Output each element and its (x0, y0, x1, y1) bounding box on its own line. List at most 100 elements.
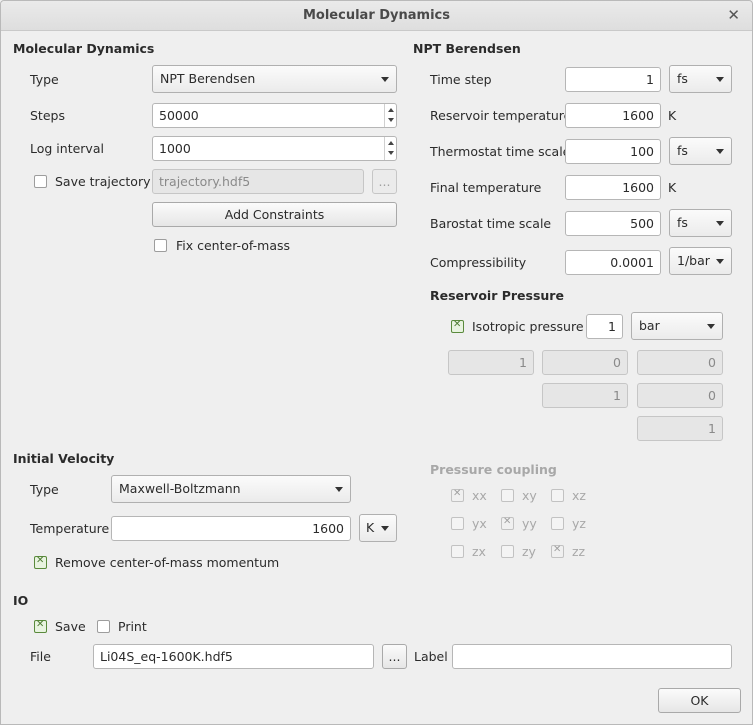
md-type-combo[interactable]: NPT Berendsen (152, 65, 397, 93)
compressibility-unit-value: 1/bar (677, 253, 710, 268)
ok-button[interactable]: OK (658, 688, 741, 713)
steps-value: 50000 (159, 108, 199, 123)
initial-velocity-header: Initial Velocity (13, 451, 115, 466)
io-file-label: File (30, 649, 51, 664)
reservoir-temp-field[interactable]: 1600 (565, 103, 661, 128)
pressure-unit-combo[interactable]: bar (631, 312, 723, 340)
coupling-xx-checkbox[interactable] (451, 488, 464, 502)
barostat-unit-value: fs (677, 215, 688, 230)
final-temp-field[interactable]: 1600 (565, 175, 661, 200)
io-save-label: Save (55, 619, 86, 634)
thermostat-unit-value: fs (677, 143, 688, 158)
chevron-down-icon (716, 149, 724, 154)
isotropic-pressure-field[interactable]: 1 (586, 314, 623, 339)
io-label-field[interactable] (452, 644, 732, 669)
reservoir-temp-unit: K (668, 108, 677, 123)
remove-com-checkbox[interactable] (34, 555, 47, 569)
coupling-zy-checkbox[interactable] (501, 545, 514, 558)
coupling-zy-label: zy (522, 544, 536, 559)
io-label-label: Label (414, 649, 448, 664)
chevron-down-icon (381, 526, 389, 531)
pressure-matrix-xx[interactable]: 1 (448, 350, 534, 375)
velocity-temperature-label: Temperature (30, 521, 110, 536)
coupling-zx-checkbox[interactable] (451, 545, 464, 558)
npt-section-header: NPT Berendsen (413, 41, 521, 56)
io-browse-button[interactable]: ... (382, 644, 407, 669)
isotropic-pressure-checkbox[interactable] (451, 319, 464, 333)
barostat-field[interactable]: 500 (565, 211, 661, 236)
compressibility-label: Compressibility (430, 255, 527, 270)
fix-com-label: Fix center-of-mass (176, 238, 291, 253)
coupling-yz-checkbox[interactable] (551, 517, 564, 530)
coupling-xy-label: xy (522, 488, 537, 503)
coupling-xx-label: xx (472, 488, 487, 503)
velocity-type-combo[interactable]: Maxwell-Boltzmann (111, 475, 351, 503)
steps-spinbox[interactable]: 50000 (152, 103, 397, 128)
coupling-xz-checkbox[interactable] (551, 489, 564, 502)
window-title: Molecular Dynamics (302, 8, 450, 23)
pressure-matrix-xy[interactable]: 0 (542, 350, 628, 375)
spin-arrows-icon[interactable] (384, 104, 396, 127)
velocity-temp-unit-value: K (366, 520, 375, 535)
save-trajectory-label: Save trajectory (55, 174, 151, 189)
coupling-xy-checkbox[interactable] (501, 489, 514, 502)
steps-label: Steps (30, 108, 65, 123)
chevron-down-icon (381, 77, 389, 82)
time-step-unit-combo[interactable]: fs (669, 65, 732, 93)
thermostat-unit-combo[interactable]: fs (669, 137, 732, 165)
io-header: IO (13, 593, 29, 608)
final-temp-unit: K (668, 180, 677, 195)
compressibility-unit-combo[interactable]: 1/bar (669, 247, 732, 275)
isotropic-pressure-label: Isotropic pressure (472, 319, 584, 334)
coupling-zx-label: zx (472, 544, 486, 559)
chevron-down-icon (716, 221, 724, 226)
trajectory-browse-button[interactable]: ... (372, 169, 397, 194)
coupling-xz-label: xz (572, 488, 586, 503)
md-section-header: Molecular Dynamics (13, 41, 155, 56)
pressure-coupling-header: Pressure coupling (430, 462, 557, 477)
coupling-yy-label: yy (522, 516, 537, 531)
velocity-type-value: Maxwell-Boltzmann (119, 481, 241, 496)
time-step-field[interactable]: 1 (565, 67, 661, 92)
trajectory-file-field[interactable]: trajectory.hdf5 (152, 169, 364, 194)
pressure-matrix-yy[interactable]: 1 (542, 383, 628, 408)
pressure-matrix-zz[interactable]: 1 (637, 416, 723, 441)
time-step-label: Time step (430, 72, 492, 87)
close-icon[interactable]: ✕ (727, 6, 740, 24)
fix-com-checkbox[interactable] (154, 239, 167, 252)
barostat-unit-combo[interactable]: fs (669, 209, 732, 237)
velocity-temp-unit-combo[interactable]: K (359, 514, 397, 542)
chevron-down-icon (716, 77, 724, 82)
velocity-temperature-field[interactable]: 1600 (111, 516, 351, 541)
final-temp-label: Final temperature (430, 180, 542, 195)
io-file-field[interactable]: Li04S_eq-1600K.hdf5 (93, 644, 374, 669)
io-print-checkbox[interactable] (97, 620, 110, 633)
md-type-value: NPT Berendsen (160, 71, 256, 86)
reservoir-temp-label: Reservoir temperature (430, 108, 572, 123)
thermostat-field[interactable]: 100 (565, 139, 661, 164)
chevron-down-icon (707, 324, 715, 329)
coupling-yy-checkbox[interactable] (501, 516, 514, 530)
save-trajectory-checkbox[interactable] (34, 175, 47, 188)
pressure-unit-value: bar (639, 318, 660, 333)
chevron-down-icon (716, 259, 724, 264)
coupling-yx-checkbox[interactable] (451, 517, 464, 530)
barostat-label: Barostat time scale (430, 216, 552, 231)
coupling-zz-checkbox[interactable] (551, 544, 564, 558)
pressure-matrix-yz[interactable]: 0 (637, 383, 723, 408)
log-interval-label: Log interval (30, 141, 104, 156)
coupling-yz-label: yz (572, 516, 586, 531)
compressibility-field[interactable]: 0.0001 (565, 250, 661, 275)
io-print-label: Print (118, 619, 147, 634)
chevron-down-icon (335, 487, 343, 492)
title-bar[interactable]: Molecular Dynamics ✕ (1, 1, 752, 31)
add-constraints-button[interactable]: Add Constraints (152, 202, 397, 227)
molecular-dynamics-dialog: Molecular Dynamics ✕ Molecular Dynamics … (0, 0, 753, 725)
spin-arrows-icon[interactable] (384, 137, 396, 160)
pressure-matrix-xz[interactable]: 0 (637, 350, 723, 375)
remove-com-label: Remove center-of-mass momentum (55, 555, 280, 570)
io-save-checkbox[interactable] (34, 619, 47, 633)
md-type-label: Type (30, 72, 59, 87)
coupling-zz-label: zz (572, 544, 586, 559)
log-interval-spinbox[interactable]: 1000 (152, 136, 397, 161)
